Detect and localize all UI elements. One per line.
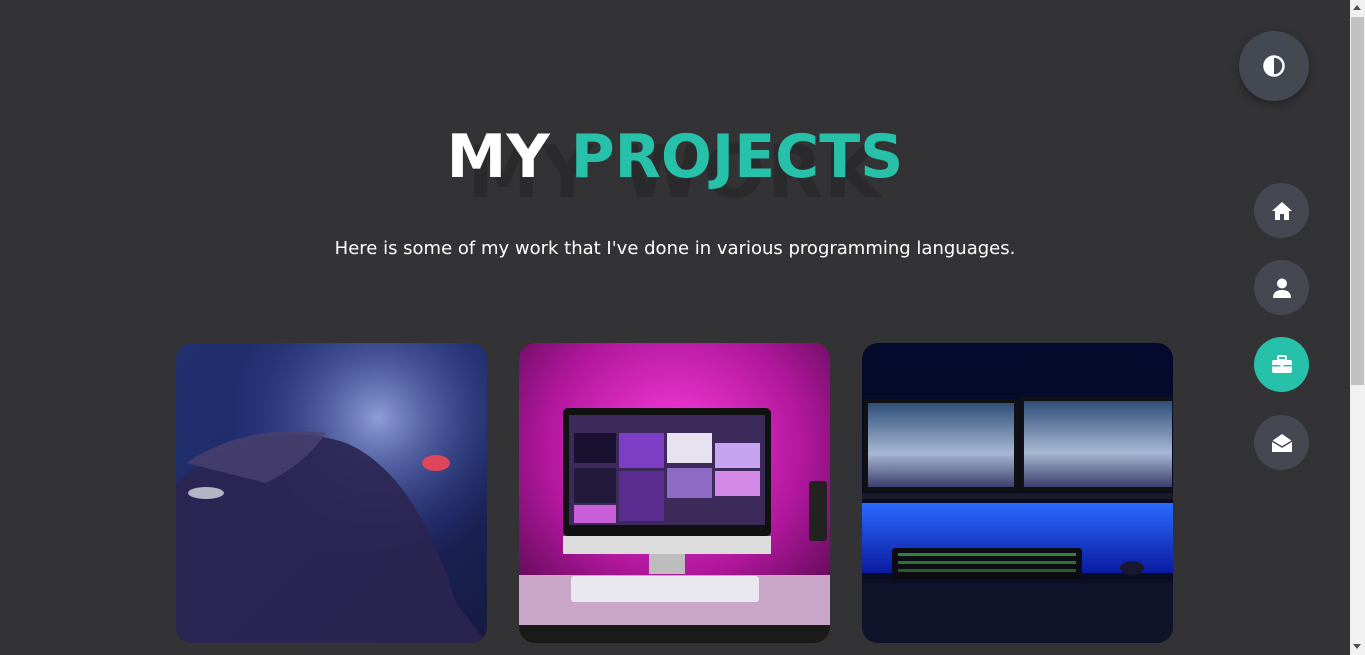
nav-contact-button[interactable] [1254,415,1309,470]
section-subtitle: Here is some of my work that I've done i… [334,238,1016,259]
dual-monitor-setup-photo [862,343,1173,643]
scroll-down-arrow-icon[interactable] [1353,644,1361,649]
page: MY WORK MY PROJECTS Here is some of my w… [0,0,1350,655]
scrollbar-thumb[interactable] [1351,17,1364,385]
envelope-icon [1271,433,1292,452]
nav-about-button[interactable] [1254,260,1309,315]
briefcase-icon [1271,355,1292,373]
theme-toggle-button[interactable] [1239,31,1309,101]
project-card-2[interactable] [519,343,830,643]
title-word-projects: PROJECTS [570,122,904,192]
nav-portfolio-button[interactable] [1254,337,1309,392]
page-title: MY PROJECTS [0,122,1350,192]
user-icon [1272,278,1291,298]
scroll-up-arrow-icon[interactable] [1353,5,1361,10]
contrast-icon [1263,55,1285,77]
project-card-3[interactable] [862,343,1173,643]
title-word-my: MY [446,122,550,192]
project-card-1[interactable] [176,343,487,643]
nav-home-button[interactable] [1254,183,1309,238]
pink-desk-setup-photo [519,343,830,643]
home-icon [1271,201,1292,220]
hand-on-keyboard-photo [176,343,487,643]
section-heading: MY WORK MY PROJECTS [0,118,1350,214]
